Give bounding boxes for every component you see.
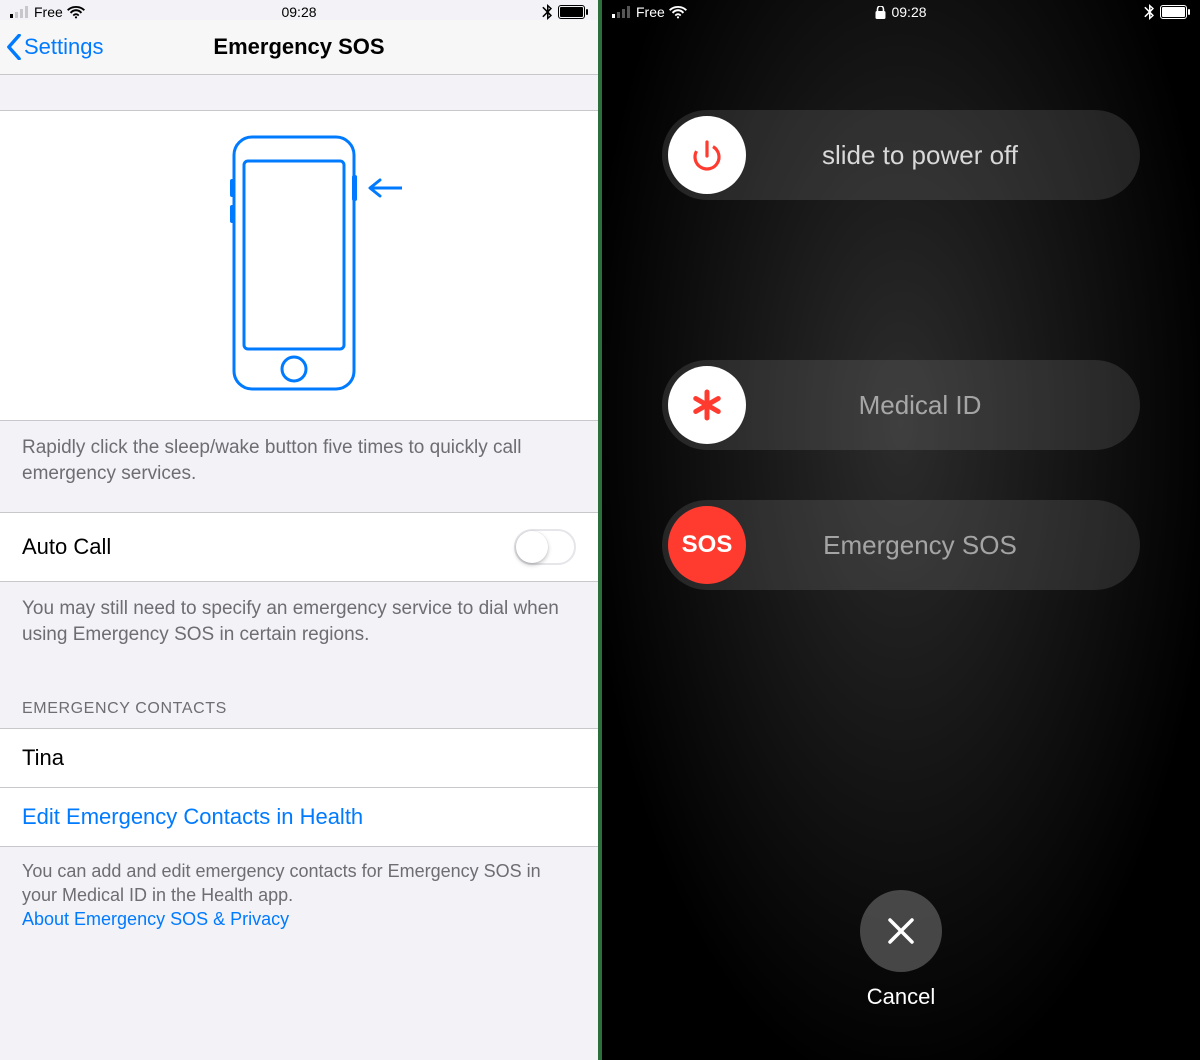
status-bar-right: Free 09:28: [602, 0, 1200, 20]
illustration-block: [0, 110, 598, 421]
battery-icon: [1160, 5, 1190, 19]
emergency-sos-label: Emergency SOS: [746, 530, 1134, 561]
auto-call-row: Auto Call: [0, 512, 598, 582]
medical-id-label: Medical ID: [746, 390, 1134, 421]
signal-icon: [10, 6, 30, 18]
status-time: 09:28: [281, 4, 316, 20]
power-off-label: slide to power off: [746, 140, 1134, 171]
chevron-left-icon: [6, 34, 22, 60]
lock-icon: [875, 6, 885, 19]
footer-description: You can add and edit emergency contacts …: [0, 847, 598, 944]
auto-call-label: Auto Call: [22, 534, 111, 560]
edit-contacts-link[interactable]: Edit Emergency Contacts in Health: [0, 788, 598, 847]
bluetooth-icon: [1144, 4, 1154, 20]
battery-icon: [558, 5, 588, 19]
phone-illustration: [194, 133, 404, 398]
settings-panel: Free 09:28 Settings Emergency SOS: [0, 0, 598, 1060]
bluetooth-icon: [542, 4, 552, 20]
contact-name: Tina: [22, 745, 64, 770]
contact-row[interactable]: Tina: [0, 729, 598, 788]
power-icon: [668, 116, 746, 194]
wifi-icon: [669, 6, 687, 19]
medical-id-slider[interactable]: Medical ID: [662, 360, 1140, 450]
cancel-label: Cancel: [867, 984, 935, 1010]
carrier-name: Free: [636, 4, 665, 20]
back-label: Settings: [24, 34, 104, 60]
medical-icon: [668, 366, 746, 444]
status-time: 09:28: [891, 4, 926, 20]
status-bar-left: Free 09:28: [0, 0, 598, 20]
emergency-sos-slider[interactable]: SOS Emergency SOS: [662, 500, 1140, 590]
auto-call-description: You may still need to specify an emergen…: [0, 582, 598, 673]
wifi-icon: [67, 6, 85, 19]
nav-bar: Settings Emergency SOS: [0, 20, 598, 75]
emergency-contacts-header: EMERGENCY CONTACTS: [0, 674, 598, 728]
page-title: Emergency SOS: [213, 34, 384, 60]
emergency-contacts-list: Tina Edit Emergency Contacts in Health: [0, 728, 598, 847]
cancel-button[interactable]: [860, 890, 942, 972]
sos-icon: SOS: [668, 506, 746, 584]
auto-call-toggle[interactable]: [514, 529, 576, 565]
carrier-name: Free: [34, 4, 63, 20]
power-off-panel: Free 09:28: [602, 0, 1200, 1060]
instruction-text: Rapidly click the sleep/wake button five…: [0, 421, 598, 512]
signal-icon: [612, 6, 632, 18]
about-privacy-link[interactable]: About Emergency SOS & Privacy: [22, 909, 289, 929]
power-off-slider[interactable]: slide to power off: [662, 110, 1140, 200]
back-button[interactable]: Settings: [6, 34, 104, 60]
close-icon: [884, 914, 918, 948]
